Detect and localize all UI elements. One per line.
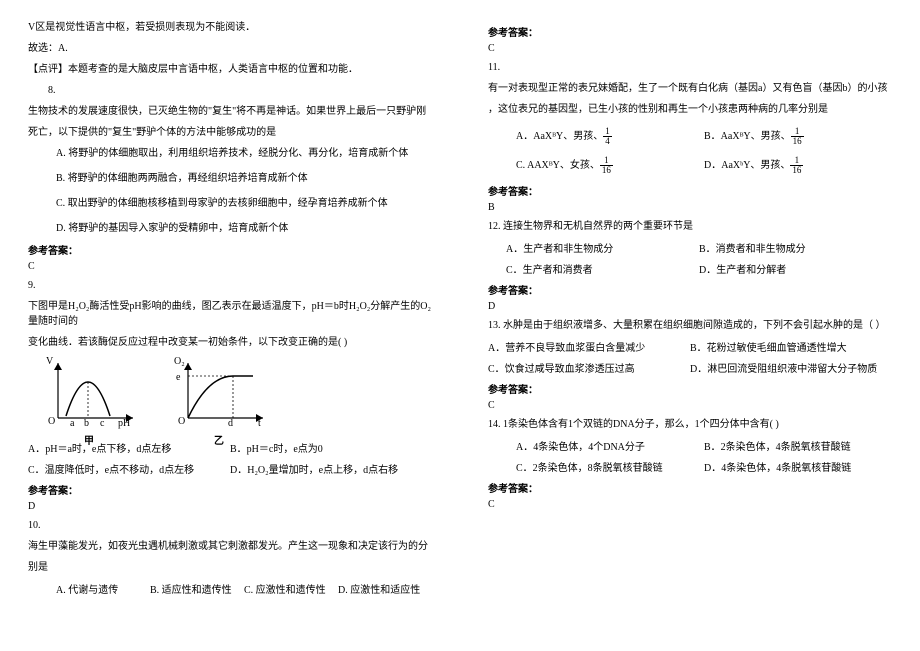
curve-yi-icon [178,358,268,428]
q13-opt-c: C．饮食过咸导致血浆渗透压过高 [488,360,690,375]
right-column: 参考答案： C 11. 有一对表现型正常的表兄妹婚配，生了一个既有白化病（基因a… [460,0,920,536]
q12-stem: 12. 连接生物界和无机自然界的两个重要环节是 [488,219,892,234]
q9-opt-d: D．H₂O₂量增加时，e点上移，d点右移 [230,461,432,476]
q8-opt-d: D. 将野驴的基因导入家驴的受精卵中，培育成新个体 [28,221,432,236]
q12-opt-c: C．生产者和消费者 [506,261,699,276]
q14-opt-b: B．2条染色体，4条脱氧核苷酸链 [704,438,892,453]
axis-o-label: O [48,416,55,427]
q9-opt-c: C．温度降低时，e点不移动，d点左移 [28,461,230,476]
q12-opt-a: A．生产者和非生物成分 [506,240,699,255]
q13-stem: 13. 水肿是由于组织液增多、大量积累在组织细胞间隙造成的，下列不会引起水肿的是… [488,318,892,333]
axis-e-label: e [176,372,180,383]
axis-o2-origin: O [178,416,185,427]
q12-opt-d: D．生产者和分解者 [699,261,892,276]
axis-d-label: d [228,418,233,429]
q10-opts: A. 代谢与遗传 B. 适应性和遗传性 C. 应激性和遗传性 D. 应激性和适应… [28,581,432,596]
axis-ph-label: pH [118,418,130,429]
q9-opt-a: A．pH＝a时，e点下移，d点左移 [28,440,230,455]
q12-ans: D [488,301,892,312]
q9-opt-b: B．pH＝c时，e点为0 [230,440,432,455]
q10-stem1: 海生甲藻能发光，如夜光虫遇机械刺激或其它刺激都发光。产生这一现象和决定该行为的分 [28,539,432,554]
q13-anslabel: 参考答案： [488,381,892,396]
q14-stem: 14. 1条染色体含有1个双链的DNA分子，那么，1个四分体中含有( ) [488,417,892,432]
q14-row1: A．4条染色体，4个DNA分子 B．2条染色体，4条脱氧核苷酸链 [488,438,892,453]
q8-anslabel: 参考答案： [28,242,432,257]
axis-v-label: V [46,356,53,367]
q11-row2: C. AAXᴮY、女孩、116 D．AaXᵇY、男孩、116 [488,156,892,175]
q9-ans: D [28,501,432,512]
q10-opt-d: D. 应激性和适应性 [338,581,432,596]
q10-number: 10. [28,518,432,533]
q9-stem1: 下图甲是H₂O₂酶活性受pH影响的曲线，图乙表示在最适温度下，pH＝b时H₂O₂… [28,299,432,329]
q12-opt-b: B．消费者和非生物成分 [699,240,892,255]
q10-opt-b: B. 适应性和遗传性 [150,581,244,596]
q8-stem1: 生物技术的发展速度很快，已灭绝生物的"复生"将不再是神话。如果世界上最后一只野驴… [28,104,432,119]
q13-row2: C．饮食过咸导致血浆渗透压过高 D．淋巴回流受阻组织液中滞留大分子物质 [488,360,892,375]
q9-graphs: V O a b c pH 甲 O₂ e O d t 乙 [48,358,432,428]
q14-opt-c: C．2条染色体，8条脱氧核苷酸链 [516,459,704,474]
q11-ans: B [488,202,892,213]
q11-stem2: ，这位表兄的基因型，已生小孩的性别和再生一个小孩患两种病的几率分别是 [488,102,892,117]
q8-opt-b: B. 将野驴的体细胞两两融合，再经组织培养培育成新个体 [28,171,432,186]
q11-opt-a: A．AaXᴮY、男孩、14 [516,127,704,146]
axis-t-label: t [258,418,261,429]
q8-opt-a: A. 将野驴的体细胞取出，利用组织培养技术，经脱分化、再分化，培育成新个体 [28,146,432,161]
q9-number: 9. [28,278,432,293]
q11-row1: A．AaXᴮY、男孩、14 B．AaXᴮY、男孩、116 [488,127,892,146]
q9-row2: C．温度降低时，e点不移动，d点左移 D．H₂O₂量增加时，e点上移，d点右移 [28,461,432,476]
q14-anslabel: 参考答案： [488,480,892,495]
q12-anslabel: 参考答案： [488,282,892,297]
q11-stem1: 有一对表现型正常的表兄妹婚配，生了一个既有白化病（基因a）又有色盲（基因b）的小… [488,81,892,96]
q14-opt-d: D．4条染色体，4条脱氧核苷酸链 [704,459,892,474]
q9-stem2: 变化曲线．若该酶促反应过程中改变某一初始条件，以下改变正确的是( ) [28,335,432,350]
q13-opt-d: D．淋巴回流受阻组织液中滞留大分子物质 [690,360,892,375]
q14-ans: C [488,499,892,510]
q7-line3: 【点评】本题考查的是大脑皮层中言语中枢，人类语言中枢的位置和功能． [28,62,432,77]
q10-opt-c: C. 应激性和遗传性 [244,581,338,596]
q10-opt-a: A. 代谢与遗传 [56,581,150,596]
axis-a-label: a [70,418,74,429]
q14-row2: C．2条染色体，8条脱氧核苷酸链 D．4条染色体，4条脱氧核苷酸链 [488,459,892,474]
q11-opt-d: D．AaXᵇY、男孩、116 [704,156,892,175]
q13-row1: A．营养不良导致血浆蛋白含量减少 B．花粉过敏使毛细血管通透性增大 [488,339,892,354]
q12-row1: A．生产者和非生物成分 B．消费者和非生物成分 [488,240,892,255]
q11-number: 11. [488,60,892,75]
graph-yi-label: 乙 [214,432,224,447]
graph-jia: V O a b c pH 甲 [48,358,138,428]
q11-opt-b: B．AaXᴮY、男孩、116 [704,127,892,146]
q11-anslabel: 参考答案： [488,183,892,198]
q13-opt-b: B．花粉过敏使毛细血管通透性增大 [690,339,892,354]
graph-yi: O₂ e O d t 乙 [178,358,268,428]
q10-stem2: 别是 [28,560,432,575]
graph-jia-label: 甲 [84,432,94,447]
q12-row2: C．生产者和消费者 D．生产者和分解者 [488,261,892,276]
q10-anslabel: 参考答案： [488,24,892,39]
axis-c-label: c [100,418,104,429]
q8-ans: C [28,261,432,272]
q9-anslabel: 参考答案： [28,482,432,497]
axis-b-label: b [84,418,89,429]
axis-o2-label: O₂ [174,356,185,367]
q14-opt-a: A．4条染色体，4个DNA分子 [516,438,704,453]
q11-opt-c: C. AAXᴮY、女孩、116 [516,156,704,175]
left-column: V区是视觉性语言中枢，若受损则表现为不能阅读． 故选：A. 【点评】本题考查的是… [0,0,460,622]
q8-number: 8. [28,83,432,98]
q8-opt-c: C. 取出野驴的体细胞核移植到母家驴的去核卵细胞中，经孕育培养成新个体 [28,196,432,211]
q7-line2: 故选：A. [28,41,432,56]
q8-stem2: 死亡，以下提供的"复生"野驴个体的方法中能够成功的是 [28,125,432,140]
q10-ans: C [488,43,892,54]
q7-line1: V区是视觉性语言中枢，若受损则表现为不能阅读． [28,20,432,35]
q13-opt-a: A．营养不良导致血浆蛋白含量减少 [488,339,690,354]
q13-ans: C [488,400,892,411]
